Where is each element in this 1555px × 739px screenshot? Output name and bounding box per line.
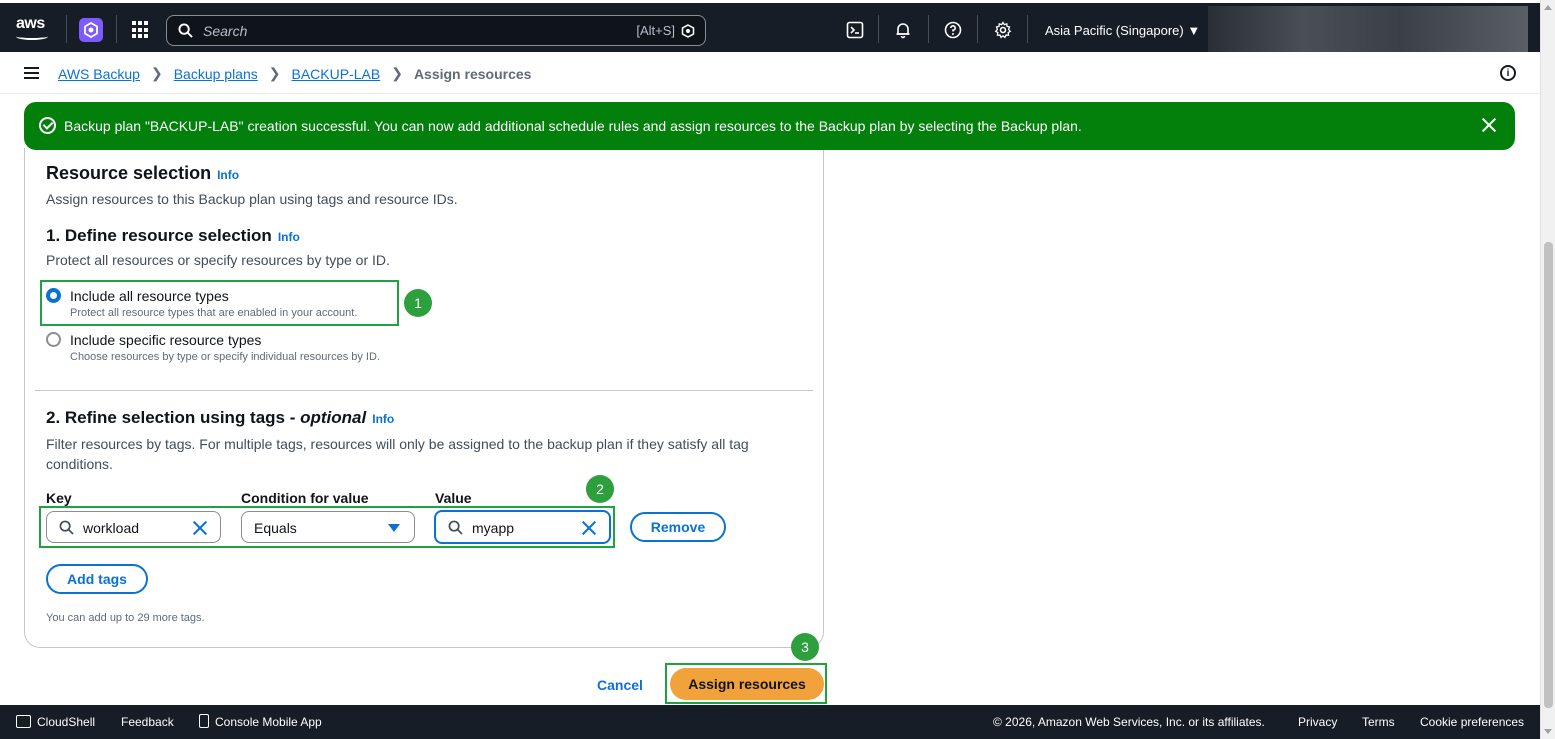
add-tags-button[interactable]: Add tags [46, 564, 148, 594]
info-link[interactable]: Info [217, 168, 239, 182]
cloudshell-icon[interactable] [16, 715, 31, 728]
ai-assist-icon[interactable] [681, 24, 695, 38]
footer-cookies[interactable]: Cookie preferences [1420, 715, 1524, 729]
footer-terms[interactable]: Terms [1362, 715, 1395, 729]
flash-message: Backup plan "BACKUP-LAB" creation succes… [64, 118, 1082, 134]
scroll-up-icon[interactable] [1544, 5, 1552, 10]
annotation-badge-1: 1 [404, 289, 432, 317]
search-icon [178, 23, 193, 38]
footer-copyright: © 2026, Amazon Web Services, Inc. or its… [993, 715, 1265, 729]
tags-hint: You can add up to 29 more tags. [46, 612, 205, 624]
gear-icon[interactable] [993, 20, 1013, 40]
radio-label[interactable]: Include specific resource types [70, 332, 261, 348]
annotation-box-1 [40, 280, 399, 326]
page-scrollbar[interactable] [1540, 0, 1555, 739]
breadcrumb-backup-plans[interactable]: Backup plans [174, 66, 258, 82]
close-icon[interactable] [1481, 117, 1497, 133]
breadcrumb-backup-lab[interactable]: BACKUP-LAB [292, 66, 381, 82]
search-bar[interactable]: [Alt+S] [166, 15, 706, 46]
radio-description: Choose resources by type or specify indi… [70, 351, 380, 363]
mobile-icon [199, 714, 209, 728]
footer-feedback[interactable]: Feedback [121, 715, 174, 729]
define-selection-description: Protect all resources or specify resourc… [46, 252, 390, 268]
resource-selection-container: Resource selection Info Assign resources … [24, 148, 824, 648]
divider [35, 390, 813, 391]
footer-privacy[interactable]: Privacy [1298, 715, 1337, 729]
refine-selection-title: 2. Refine selection using tags - optiona… [46, 408, 395, 427]
backup-service-icon[interactable] [79, 18, 103, 42]
help-icon[interactable] [943, 20, 963, 40]
scrollbar-thumb[interactable] [1544, 242, 1553, 708]
chevron-right-icon: ❯ [391, 65, 403, 81]
cancel-button[interactable]: Cancel [597, 677, 643, 693]
breadcrumb-current: Assign resources [413, 65, 532, 82]
annotation-badge-3: 3 [791, 633, 819, 661]
key-label: Key [46, 490, 72, 506]
region-selector[interactable]: Asia Pacific (Singapore) ▼ [1045, 23, 1200, 38]
remove-tag-button[interactable]: Remove [630, 512, 726, 542]
chevron-right-icon: ❯ [268, 65, 281, 81]
menu-icon[interactable] [24, 67, 39, 79]
footer: CloudShell Feedback Console Mobile App ©… [0, 705, 1540, 739]
section-description: Assign resources to this Backup plan usi… [46, 191, 458, 207]
radio-include-specific[interactable] [46, 332, 61, 347]
condition-label: Condition for value [241, 490, 369, 506]
annotation-badge-2: 2 [586, 475, 614, 503]
annotation-box-2 [39, 506, 615, 548]
footer-mobile-app[interactable]: Console Mobile App [215, 715, 322, 729]
top-navigation: aws [Alt+S] Asia Pacific (Singapore) ▼ [0, 0, 1540, 53]
chevron-right-icon: ❯ [150, 65, 163, 81]
define-selection-title: 1. Define resource selection Info [46, 226, 300, 245]
bell-icon[interactable] [893, 20, 913, 40]
section-title: Resource selection Info [46, 163, 240, 183]
search-input[interactable] [203, 20, 603, 42]
account-menu-redacted[interactable] [1208, 6, 1528, 53]
services-grid-icon[interactable] [132, 21, 150, 39]
refine-selection-description: Filter resources by tags. For multiple t… [46, 436, 749, 472]
success-icon [39, 117, 56, 134]
success-flash: Backup plan "BACKUP-LAB" creation succes… [24, 102, 1515, 150]
breadcrumb-aws-backup[interactable]: AWS Backup [58, 66, 140, 82]
search-shortcut: [Alt+S] [636, 23, 675, 38]
assign-resources-button[interactable]: Assign resources [670, 668, 824, 700]
breadcrumb-bar: AWS Backup ❯ Backup plans ❯ BACKUP-LAB ❯… [0, 52, 1540, 94]
info-icon[interactable]: i [1500, 65, 1516, 81]
info-link[interactable]: Info [372, 412, 394, 426]
aws-logo[interactable]: aws [16, 16, 50, 40]
footer-cloudshell[interactable]: CloudShell [37, 715, 95, 729]
info-link[interactable]: Info [278, 230, 300, 244]
scroll-down-icon[interactable] [1544, 729, 1552, 734]
breadcrumb: AWS Backup ❯ Backup plans ❯ BACKUP-LAB ❯… [58, 65, 531, 82]
cloudshell-icon[interactable] [845, 20, 865, 40]
value-label: Value [435, 490, 472, 506]
